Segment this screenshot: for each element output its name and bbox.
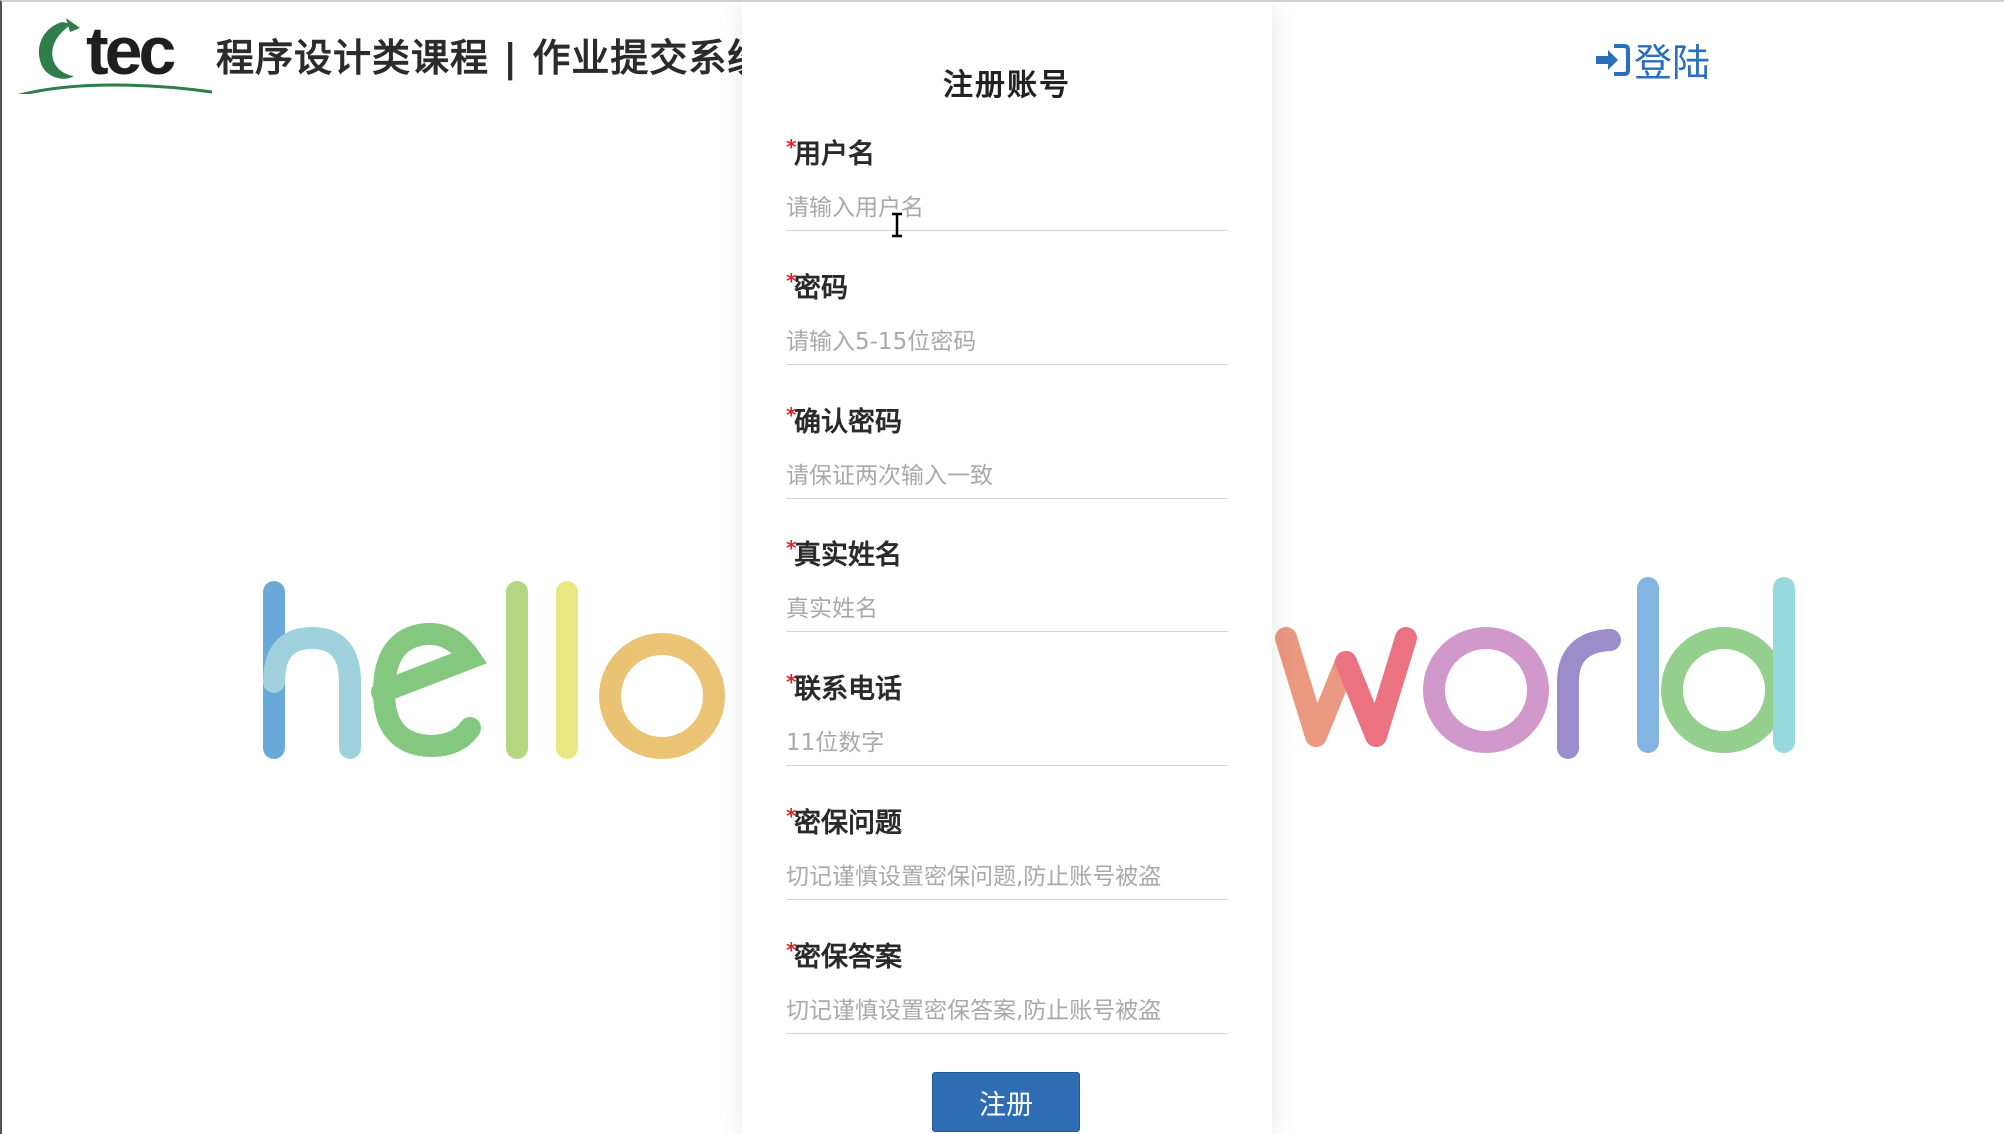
security-answer-label: * 密保答案 bbox=[786, 938, 1228, 975]
security-answer-input[interactable] bbox=[786, 989, 1228, 1034]
security-question-input[interactable] bbox=[786, 855, 1228, 900]
login-label: 登陆 bbox=[1633, 41, 1710, 85]
logo-text: tec bbox=[86, 14, 174, 89]
confirm-password-label: * 确认密码 bbox=[786, 403, 1228, 440]
register-button[interactable]: 注册 bbox=[932, 1072, 1080, 1132]
hello-word-art bbox=[263, 581, 725, 759]
username-field: * 用户名 bbox=[786, 135, 1228, 231]
required-mark: * bbox=[786, 269, 797, 293]
username-input[interactable] bbox=[786, 186, 1228, 231]
system-title: 程序设计类课程 | 作业提交系统 bbox=[216, 35, 767, 80]
real-name-field: * 真实姓名 bbox=[786, 536, 1228, 632]
real-name-label: * 真实姓名 bbox=[786, 536, 1228, 573]
world-word-art bbox=[1275, 577, 1795, 759]
sign-in-icon bbox=[1595, 43, 1630, 76]
register-card: 注册账号 * 用户名 * 密码 * 确认密码 * 真实 bbox=[742, 2, 1272, 1134]
form-title: 注册账号 bbox=[943, 68, 1071, 103]
phone-input[interactable] bbox=[786, 721, 1228, 766]
required-mark: * bbox=[786, 135, 797, 159]
required-mark: * bbox=[786, 804, 797, 828]
required-mark: * bbox=[786, 536, 797, 560]
confirm-password-field: * 确认密码 bbox=[786, 403, 1228, 499]
phone-field: * 联系电话 bbox=[786, 670, 1228, 766]
tec-logo: tec bbox=[17, 14, 213, 94]
security-question-label: * 密保问题 bbox=[786, 804, 1228, 841]
phone-label: * 联系电话 bbox=[786, 670, 1228, 707]
security-question-field: * 密保问题 bbox=[786, 804, 1228, 900]
username-label: * 用户名 bbox=[786, 135, 1228, 172]
login-link[interactable]: 登陆 bbox=[1592, 32, 1710, 87]
real-name-input[interactable] bbox=[786, 587, 1228, 632]
required-mark: * bbox=[786, 670, 797, 694]
confirm-password-input[interactable] bbox=[786, 454, 1228, 499]
password-input[interactable] bbox=[786, 320, 1228, 365]
security-answer-field: * 密保答案 bbox=[786, 938, 1228, 1034]
required-mark: * bbox=[786, 938, 797, 962]
password-label: * 密码 bbox=[786, 269, 1228, 306]
text-cursor-icon bbox=[892, 212, 902, 238]
brand-header: tec 程序设计类课程 | 作业提交系统 bbox=[14, 14, 766, 94]
password-field: * 密码 bbox=[786, 269, 1228, 365]
registration-page: tec 程序设计类课程 | 作业提交系统 登陆 注册账号 * 用户名 请输入用户… bbox=[0, 0, 2004, 1134]
required-mark: * bbox=[786, 403, 797, 427]
